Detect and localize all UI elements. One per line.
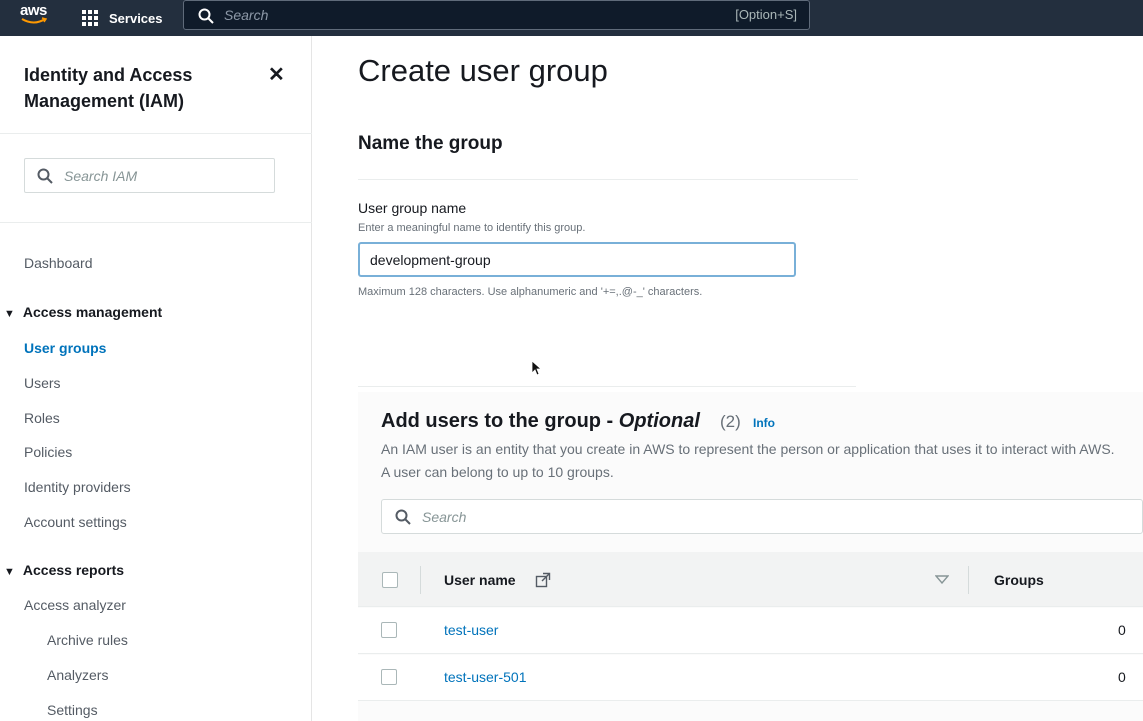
- aws-logo[interactable]: aws: [20, 0, 48, 32]
- groups-count-cell: 0: [1118, 622, 1126, 638]
- sidebar-title[interactable]: Identity and Access Management (IAM): [24, 62, 254, 114]
- caret-down-icon: ▼: [4, 566, 15, 578]
- page-title: Create user group: [358, 53, 608, 88]
- close-icon[interactable]: ✕: [268, 62, 285, 87]
- sort-descending-icon[interactable]: [935, 574, 949, 584]
- users-search-input[interactable]: Search: [381, 499, 1143, 534]
- search-icon: [198, 8, 214, 24]
- sidebar-item-dashboard[interactable]: Dashboard: [24, 255, 93, 271]
- sidebar-search-placeholder: Search IAM: [64, 168, 138, 184]
- section-title-name-group: Name the group: [358, 133, 503, 154]
- top-navigation-bar: aws Services Search [Option+S]: [0, 0, 1143, 36]
- search-icon: [37, 168, 53, 184]
- services-menu-button[interactable]: Services: [82, 6, 163, 30]
- mouse-pointer-icon: [531, 360, 543, 376]
- add-users-title: Add users to the group - Optional: [381, 410, 700, 433]
- sidebar-item-policies[interactable]: Policies: [24, 444, 72, 460]
- select-all-checkbox[interactable]: [382, 572, 398, 588]
- column-divider: [968, 566, 969, 594]
- add-users-description: An IAM user is an entity that you create…: [381, 441, 1115, 480]
- group-name-input[interactable]: [358, 242, 796, 277]
- users-search-placeholder: Search: [422, 509, 467, 525]
- global-search-input[interactable]: Search [Option+S]: [183, 0, 810, 30]
- section-divider: [358, 179, 858, 180]
- search-shortcut-hint: [Option+S]: [735, 7, 797, 22]
- sidebar-section-label: Access reports: [22, 562, 125, 578]
- column-header-user-name[interactable]: User name: [444, 572, 516, 588]
- table-row[interactable]: test-user 0: [358, 608, 1143, 654]
- user-name-link[interactable]: test-user-501: [444, 669, 526, 685]
- external-link-icon: [535, 572, 551, 588]
- global-search-placeholder: Search: [224, 7, 269, 23]
- grid-icon: [82, 10, 100, 26]
- caret-down-icon: ▼: [4, 308, 15, 320]
- sidebar-item-user-groups[interactable]: User groups: [24, 340, 106, 356]
- users-count: (2): [720, 412, 741, 431]
- sidebar-section-access-management[interactable]: ▼ Access management: [4, 304, 162, 320]
- group-name-label: User group name: [358, 200, 467, 216]
- sidebar-item-roles[interactable]: Roles: [24, 410, 60, 426]
- sidebar-item-settings[interactable]: Settings: [47, 702, 98, 718]
- groups-count-cell: 0: [1118, 669, 1126, 685]
- search-icon: [395, 509, 411, 525]
- sidebar-item-access-analyzer[interactable]: Access analyzer: [24, 597, 126, 613]
- add-users-title-prefix: Add users to the group -: [381, 410, 619, 432]
- column-divider: [420, 566, 421, 594]
- sidebar-divider: [0, 222, 312, 223]
- row-checkbox[interactable]: [381, 622, 397, 638]
- aws-smile-icon: [21, 17, 47, 24]
- group-name-constraint: Maximum 128 characters. Use alphanumeric…: [358, 286, 703, 298]
- optional-label: Optional: [618, 410, 700, 432]
- user-name-link[interactable]: test-user: [444, 622, 498, 638]
- column-header-groups[interactable]: Groups: [994, 572, 1044, 588]
- sidebar-divider: [0, 133, 312, 134]
- sidebar-item-identity-providers[interactable]: Identity providers: [24, 479, 131, 495]
- sidebar-section-label: Access management: [22, 304, 163, 320]
- sidebar-item-account-settings[interactable]: Account settings: [24, 514, 127, 530]
- sidebar-search-input[interactable]: Search IAM: [24, 158, 275, 193]
- section-divider: [358, 386, 856, 387]
- group-name-description: Enter a meaningful name to identify this…: [358, 222, 586, 234]
- sidebar-section-access-reports[interactable]: ▼ Access reports: [4, 562, 124, 578]
- sidebar-item-analyzers[interactable]: Analyzers: [47, 667, 108, 683]
- sidebar-item-archive-rules[interactable]: Archive rules: [47, 632, 128, 648]
- sidebar: Identity and Access Management (IAM) ✕ S…: [0, 36, 312, 721]
- row-checkbox[interactable]: [381, 669, 397, 685]
- services-label: Services: [109, 10, 163, 26]
- info-link[interactable]: Info: [753, 416, 775, 430]
- sidebar-item-users[interactable]: Users: [24, 375, 61, 391]
- table-row[interactable]: test-user-501 0: [358, 655, 1143, 701]
